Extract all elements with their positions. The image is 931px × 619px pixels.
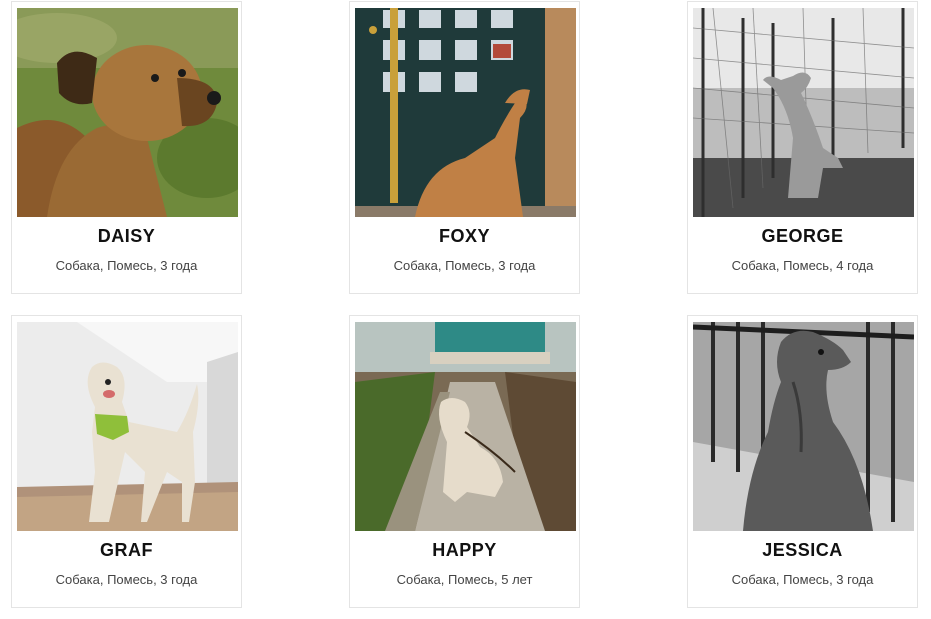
- pet-photo-graf[interactable]: [17, 322, 238, 531]
- pet-info: Собака, Помесь, 3 года: [55, 572, 198, 587]
- pet-card-daisy[interactable]: DAISY Собака, Помесь, 3 года: [11, 1, 242, 294]
- dog-photo-image: [355, 322, 576, 531]
- pet-info: Собака, Помесь, 3 года: [55, 258, 198, 273]
- dog-photo-image: [693, 8, 914, 217]
- pet-photo-jessica[interactable]: [693, 322, 914, 531]
- pet-info: Собака, Помесь, 3 года: [731, 572, 874, 587]
- pet-photo-daisy[interactable]: [17, 8, 238, 217]
- pet-info: Собака, Помесь, 5 лет: [396, 572, 533, 587]
- pet-photo-happy[interactable]: [355, 322, 576, 531]
- pet-name[interactable]: HAPPY: [350, 540, 579, 561]
- pet-info: Собака, Помесь, 3 года: [393, 258, 536, 273]
- dog-photo-image: [17, 322, 238, 531]
- pet-card-george[interactable]: GEORGE Собака, Помесь, 4 года: [687, 1, 918, 294]
- pet-name[interactable]: FOXY: [350, 226, 579, 247]
- pet-card-jessica[interactable]: JESSICA Собака, Помесь, 3 года: [687, 315, 918, 608]
- pet-name[interactable]: DAISY: [12, 226, 241, 247]
- pet-name[interactable]: JESSICA: [688, 540, 917, 561]
- pet-photo-george[interactable]: [693, 8, 914, 217]
- pet-photo-foxy[interactable]: [355, 8, 576, 217]
- pet-name[interactable]: GEORGE: [688, 226, 917, 247]
- pet-info: Собака, Помесь, 4 года: [731, 258, 874, 273]
- pet-card-graf[interactable]: GRAF Собака, Помесь, 3 года: [11, 315, 242, 608]
- pet-name[interactable]: GRAF: [12, 540, 241, 561]
- pet-card-happy[interactable]: HAPPY Собака, Помесь, 5 лет: [349, 315, 580, 608]
- pet-card-foxy[interactable]: FOXY Собака, Помесь, 3 года: [349, 1, 580, 294]
- dog-photo-image: [693, 322, 914, 531]
- dog-photo-image: [355, 8, 576, 217]
- dog-photo-image: [17, 8, 238, 217]
